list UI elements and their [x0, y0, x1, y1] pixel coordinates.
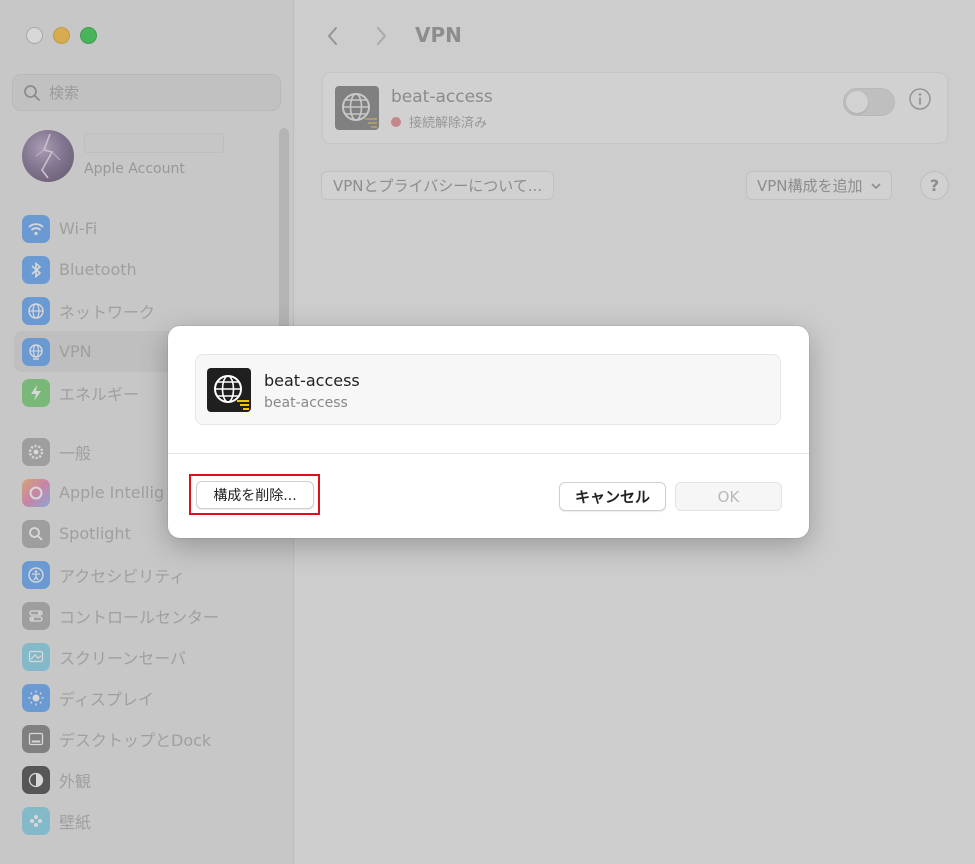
system-settings-window: Apple Account Wi-Fi Bluetooth ネットワーク — [0, 0, 975, 864]
dialog-vpn-subtitle: beat-access — [264, 395, 348, 411]
vpn-app-icon — [207, 368, 251, 412]
dialog-vpn-name: beat-access — [264, 371, 360, 390]
dialog-divider — [168, 453, 809, 454]
delete-configuration-button[interactable]: 構成を削除... — [196, 481, 314, 509]
ok-button[interactable]: OK — [675, 482, 782, 511]
vpn-config-dialog: beat-access beat-access 構成を削除... キャンセル O… — [168, 326, 809, 538]
cancel-button[interactable]: キャンセル — [559, 482, 666, 511]
dialog-vpn-row: beat-access beat-access — [195, 354, 781, 425]
